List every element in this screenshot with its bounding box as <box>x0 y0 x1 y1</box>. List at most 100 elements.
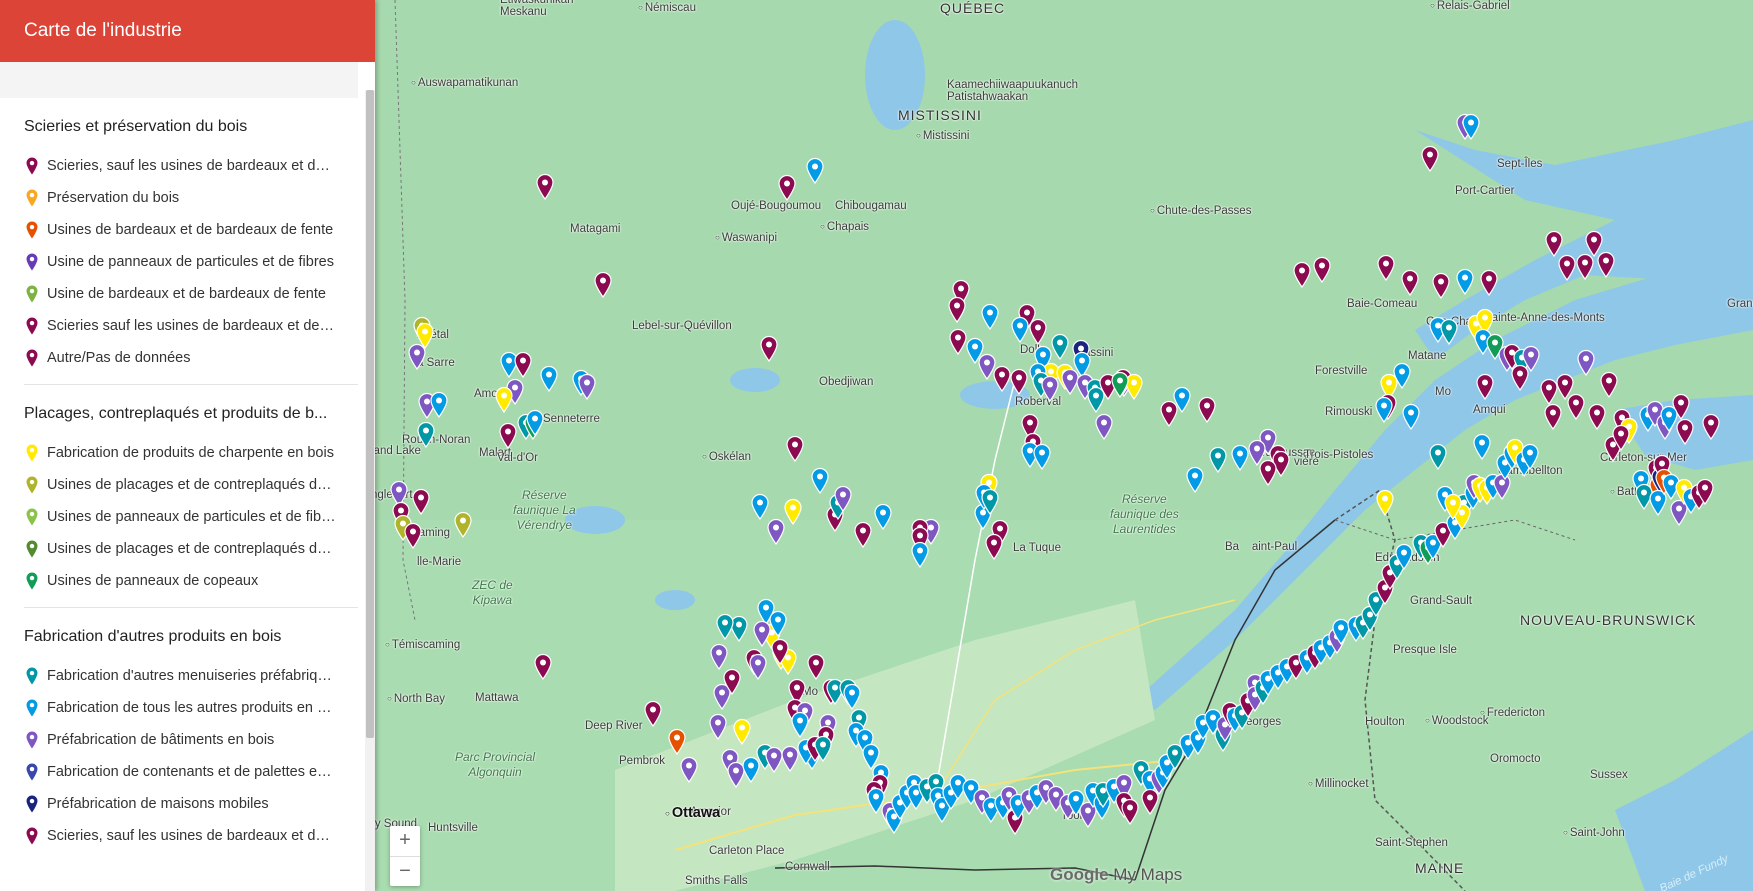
map-marker[interactable] <box>453 511 473 539</box>
legend-item[interactable]: Fabrication de produits de charpente en … <box>24 437 362 469</box>
map-marker[interactable] <box>833 485 853 513</box>
zoom-in-button[interactable]: + <box>390 826 420 856</box>
map-marker[interactable] <box>1208 446 1228 474</box>
map-marker[interactable] <box>1596 251 1616 279</box>
map-marker[interactable] <box>1455 268 1475 296</box>
map-marker[interactable] <box>748 653 768 681</box>
map-marker[interactable] <box>1312 256 1332 284</box>
map-marker[interactable] <box>407 343 427 371</box>
map-marker[interactable] <box>593 271 613 299</box>
map-marker[interactable] <box>777 174 797 202</box>
map-marker[interactable] <box>1701 413 1721 441</box>
map-marker[interactable] <box>1009 368 1029 396</box>
map-marker[interactable] <box>1292 261 1312 289</box>
map-marker[interactable] <box>1258 459 1278 487</box>
map-marker[interactable] <box>1185 466 1205 494</box>
legend-list[interactable]: Scieries et préservation du bois Scieries… <box>0 98 362 891</box>
map-marker[interactable] <box>1472 433 1492 461</box>
legend-item[interactable]: Préservation du bois <box>24 182 362 214</box>
legend-item[interactable]: Autre/Pas de données <box>24 342 362 374</box>
map-marker[interactable] <box>403 522 423 550</box>
legend-item[interactable]: Scieries, sauf les usines de bardeaux et… <box>24 150 362 182</box>
map-marker[interactable] <box>1461 113 1481 141</box>
legend-item[interactable]: Usines de placages et de contreplaqués d… <box>24 469 362 501</box>
map-marker[interactable] <box>1599 371 1619 399</box>
map-marker[interactable] <box>1428 443 1448 471</box>
map-marker[interactable] <box>984 533 1004 561</box>
map-marker[interactable] <box>1032 443 1052 471</box>
map-marker[interactable] <box>533 653 553 681</box>
legend-item[interactable]: Scieries sauf les usines de bardeaux et … <box>24 310 362 342</box>
map-marker[interactable] <box>1543 403 1563 431</box>
scrollbar-thumb[interactable] <box>366 90 374 738</box>
map-marker[interactable] <box>1375 489 1395 517</box>
zoom-out-button[interactable]: − <box>390 856 420 886</box>
map-marker[interactable] <box>416 421 436 449</box>
map-marker[interactable] <box>1110 371 1130 399</box>
map-marker[interactable] <box>1695 478 1715 506</box>
map-marker[interactable] <box>790 711 810 739</box>
map-marker[interactable] <box>910 541 930 569</box>
map-marker[interactable] <box>853 521 873 549</box>
legend-item[interactable]: Usine de bardeaux et de bardeaux de fent… <box>24 278 362 310</box>
map-marker[interactable] <box>980 303 1000 331</box>
map-marker[interactable] <box>1120 798 1140 826</box>
map-marker[interactable] <box>805 157 825 185</box>
map-marker[interactable] <box>1675 418 1695 446</box>
map-marker[interactable] <box>750 493 770 521</box>
map-marker[interactable] <box>1197 396 1217 424</box>
legend-item[interactable]: Scieries, sauf les usines de bardeaux et… <box>24 820 362 852</box>
map-marker[interactable] <box>1040 375 1060 403</box>
map-marker[interactable] <box>1439 318 1459 346</box>
legend-item[interactable]: Préfabrication de maisons mobiles <box>24 788 362 820</box>
map-marker[interactable] <box>667 728 687 756</box>
map-marker[interactable] <box>766 518 786 546</box>
map-marker[interactable] <box>1094 413 1114 441</box>
map-marker[interactable] <box>1544 230 1564 258</box>
map-marker[interactable] <box>759 335 779 363</box>
map-marker[interactable] <box>1400 269 1420 297</box>
legend-item[interactable]: Préfabrication de bâtiments en bois <box>24 724 362 756</box>
map-canvas[interactable]: QUÉBEC NOUVEAU-BRUNSWICK MAINE MISTISSINI Mi… <box>375 0 1753 891</box>
legend-item[interactable]: Fabrication d'autres menuiseries préfabr… <box>24 660 362 692</box>
map-marker[interactable] <box>525 409 545 437</box>
map-marker[interactable] <box>411 488 431 516</box>
map-marker[interactable] <box>1010 316 1030 344</box>
map-marker[interactable] <box>1401 403 1421 431</box>
map-marker[interactable] <box>498 422 518 450</box>
map-marker[interactable] <box>429 391 449 419</box>
map-marker[interactable] <box>535 173 555 201</box>
legend-item[interactable]: Fabrication de contenants et de palettes… <box>24 756 362 788</box>
map-marker[interactable] <box>806 653 826 681</box>
map-marker[interactable] <box>577 373 597 401</box>
legend-item[interactable]: Usines de bardeaux et de bardeaux de fen… <box>24 214 362 246</box>
map-marker[interactable] <box>1510 364 1530 392</box>
map-marker[interactable] <box>1587 403 1607 431</box>
map-marker[interactable] <box>783 498 803 526</box>
map-marker[interactable] <box>1566 393 1586 421</box>
map-marker[interactable] <box>1520 443 1540 471</box>
legend-item[interactable]: Usines de placages et de contreplaqués d… <box>24 533 362 565</box>
map-marker[interactable] <box>1475 373 1495 401</box>
map-marker[interactable] <box>810 467 830 495</box>
map-marker[interactable] <box>1420 145 1440 173</box>
map-marker[interactable] <box>494 386 514 414</box>
legend-item[interactable]: Usine de panneaux de particules et de fi… <box>24 246 362 278</box>
map-marker[interactable] <box>785 435 805 463</box>
map-marker[interactable] <box>513 351 533 379</box>
sidebar-scrollbar[interactable] <box>365 90 375 891</box>
map-marker[interactable] <box>1479 269 1499 297</box>
map-marker[interactable] <box>1575 253 1595 281</box>
zoom-control[interactable]: + − <box>390 826 420 886</box>
map-marker[interactable] <box>842 683 862 711</box>
map-marker[interactable] <box>947 296 967 324</box>
map-marker[interactable] <box>1376 254 1396 282</box>
map-marker[interactable] <box>1431 272 1451 300</box>
map-marker[interactable] <box>1172 386 1192 414</box>
map-marker[interactable] <box>1557 254 1577 282</box>
map-marker[interactable] <box>643 700 663 728</box>
map-marker[interactable] <box>708 713 728 741</box>
map-marker[interactable] <box>539 365 559 393</box>
map-marker[interactable] <box>873 503 893 531</box>
map-marker[interactable] <box>722 668 742 696</box>
